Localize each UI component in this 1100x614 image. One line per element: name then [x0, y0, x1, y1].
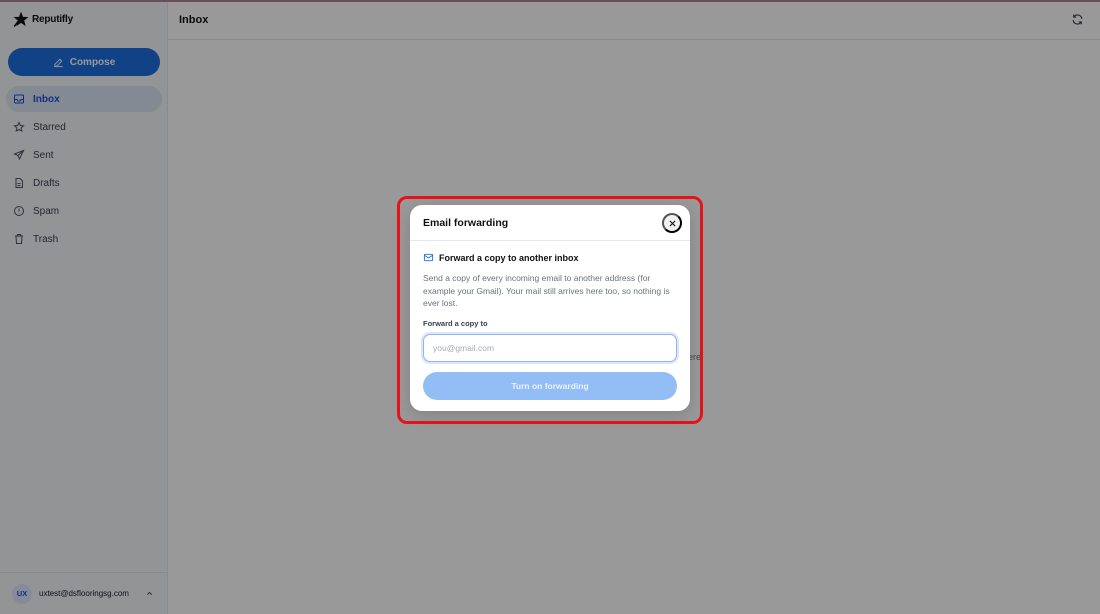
close-icon — [668, 219, 676, 227]
turn-on-forwarding-button[interactable]: Turn on forwarding — [423, 372, 677, 400]
email-forwarding-dialog: Email forwarding Forward a copy to anoth… — [410, 205, 690, 411]
section-heading: Forward a copy to another inbox — [423, 252, 579, 263]
dialog-header: Email forwarding — [410, 205, 690, 241]
dialog-title: Email forwarding — [423, 216, 509, 229]
forward-to-label: Forward a copy to — [423, 319, 488, 328]
mail-icon — [423, 253, 434, 262]
section-title-text: Forward a copy to another inbox — [439, 252, 579, 263]
close-button[interactable] — [662, 213, 682, 233]
forward-email-input[interactable] — [423, 334, 677, 362]
forwarding-description: Send a copy of every incoming email to a… — [423, 273, 670, 308]
